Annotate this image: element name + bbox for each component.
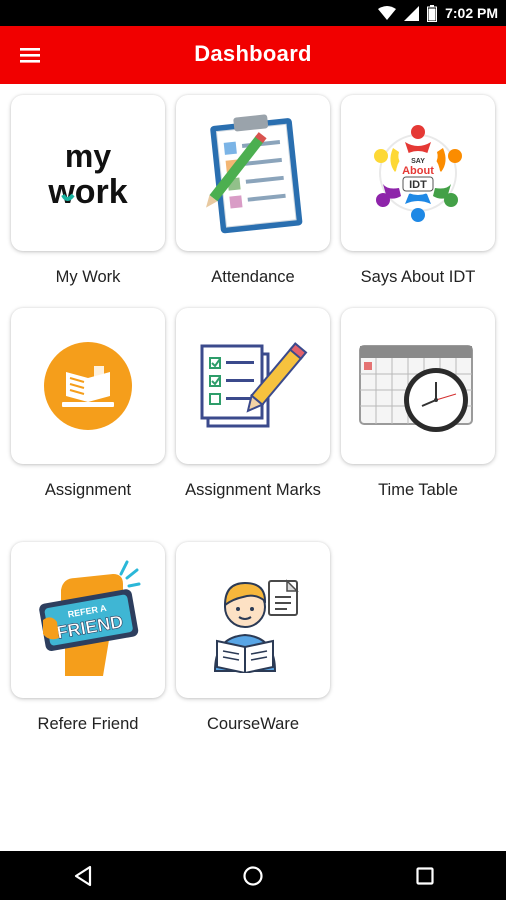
svg-text:work: work [47, 173, 127, 211]
tile-label: Time Table [378, 481, 458, 499]
tile-attendance[interactable]: Attendance [176, 95, 332, 288]
calendar-clock-icon [359, 345, 473, 432]
navigation-bar [0, 851, 506, 900]
tile-label: Says About IDT [360, 268, 476, 286]
tile-card[interactable] [11, 308, 165, 464]
tile-assignment[interactable]: Assignment [11, 308, 167, 501]
student-reading-icon [213, 579, 299, 673]
tile-label: My Work [55, 268, 121, 286]
clipboard-attendance-icon [206, 114, 303, 234]
checklist-pencil-icon [200, 342, 308, 428]
back-button[interactable] [70, 863, 96, 889]
says-about-idt-icon: SAY About IDT [374, 125, 462, 222]
tile-label: Assignment Marks [185, 481, 321, 499]
wifi-icon [378, 6, 397, 20]
tile-refere-friend[interactable]: REFER A FRIEND Refere Friend [11, 542, 167, 735]
tile-says-about-idt[interactable]: SAY About IDT Says About IDT [341, 95, 497, 288]
tile-card[interactable] [176, 308, 330, 464]
recents-icon [416, 867, 434, 885]
clock-time: 7:02 PM [445, 5, 498, 21]
tile-card[interactable]: SAY About IDT [341, 95, 495, 251]
tile-card[interactable]: REFER A FRIEND [11, 542, 165, 698]
home-button[interactable] [240, 863, 266, 889]
tile-card[interactable]: my work [11, 95, 165, 251]
tile-label: CourseWare [207, 715, 299, 733]
app-bar: Dashboard [0, 26, 506, 84]
page-title: Dashboard [194, 41, 312, 66]
signal-icon [404, 6, 420, 21]
tile-card[interactable] [176, 95, 330, 251]
back-icon [74, 865, 92, 887]
assignment-book-icon [44, 342, 132, 430]
svg-text:my: my [65, 138, 111, 174]
tile-card[interactable] [176, 542, 330, 698]
tile-label: Attendance [211, 268, 295, 286]
battery-icon [427, 4, 438, 22]
tile-assignment-marks[interactable]: Assignment Marks [176, 308, 332, 501]
tile-label: Refere Friend [37, 715, 139, 733]
tile-time-table[interactable]: Time Table [341, 308, 497, 501]
svg-text:IDT: IDT [409, 179, 427, 191]
tile-label: Assignment [44, 481, 132, 499]
status-bar: 7:02 PM [0, 0, 506, 26]
my-work-icon: my work [47, 138, 127, 211]
status-icons: 7:02 PM [378, 4, 498, 22]
svg-text:About: About [402, 165, 434, 177]
tile-card[interactable] [341, 308, 495, 464]
tile-my-work[interactable]: my work My Work [11, 95, 167, 288]
svg-text:SAY: SAY [411, 158, 425, 165]
home-icon [243, 866, 263, 886]
tile-courseware[interactable]: CourseWare [176, 542, 332, 735]
refer-friend-icon: REFER A FRIEND [39, 560, 141, 676]
recents-button[interactable] [412, 863, 438, 889]
